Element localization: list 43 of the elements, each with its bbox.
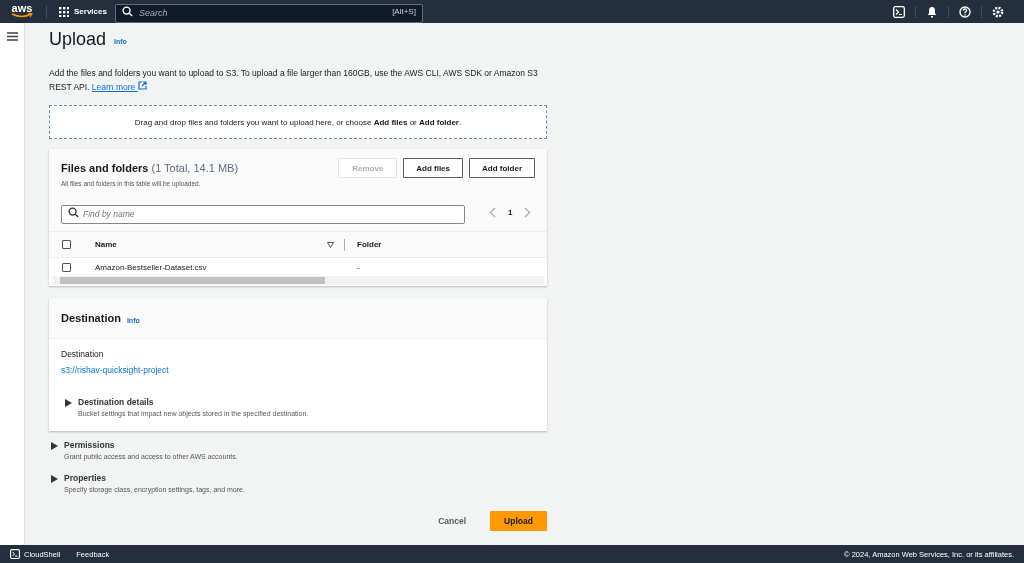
drop-zone-text: Drag and drop files and folders you want to upload here, or choose Add files or Add folder.: [134, 117, 462, 127]
section-title[interactable]: Permissions: [64, 440, 238, 450]
learn-more-link[interactable]: Learn more: [91, 82, 147, 92]
row-checkbox[interactable]: [61, 262, 71, 272]
bell-icon[interactable]: [926, 5, 938, 18]
services-menu-button[interactable]: Services: [59, 6, 107, 17]
shortcut-hint: [Alt+S]: [392, 7, 416, 16]
search-icon: [68, 207, 79, 218]
upload-button[interactable]: Upload: [490, 511, 547, 531]
panel-action-button[interactable]: Add files: [403, 158, 463, 178]
panel-title: Destination: [61, 312, 121, 324]
settings-icon[interactable]: [992, 5, 1004, 18]
page-title: Upload: [49, 29, 107, 50]
destination-link[interactable]: s3://rishav-quicksight-project: [61, 365, 169, 375]
section-title[interactable]: Properties: [64, 473, 245, 483]
column-header[interactable]: Folder: [357, 240, 382, 249]
panel-action-button[interactable]: Add folder: [469, 158, 535, 178]
column-header[interactable]: Name: [95, 240, 323, 249]
page-description: Add the files and folders you want to upload to S3. To upload a file larger than 160GB, use the AWS CLI, AWS SDK or Amazon S3 REST API. Learn more: [49, 67, 539, 94]
sort-icon[interactable]: [327, 241, 334, 248]
expand-caret-icon[interactable]: [65, 399, 72, 407]
page-number[interactable]: 1: [508, 208, 513, 217]
drop-zone[interactable]: Drag and drop files and folders you want to upload here, or choose Add files or Add folder.: [49, 105, 547, 139]
table-cell-text: Amazon-Bestseller-Dataset.csv: [95, 262, 208, 272]
cancel-button[interactable]: Cancel: [430, 512, 474, 530]
expand-caret-icon[interactable]: [51, 475, 58, 483]
aws-logo[interactable]: aws: [10, 4, 34, 19]
terminal-icon: [10, 549, 20, 559]
search-icon: [121, 6, 133, 17]
find-field[interactable]: Find by name: [61, 204, 465, 224]
destination-label: Destination: [61, 349, 105, 359]
table-cell: -: [357, 262, 360, 272]
grid-icon: [59, 6, 69, 17]
file-count: (1 Total, 14.1 MB): [151, 162, 239, 174]
help-icon[interactable]: [959, 5, 971, 18]
select-all-checkbox[interactable]: [61, 240, 71, 249]
menu-icon[interactable]: [6, 32, 18, 41]
external-link-icon: [137, 81, 147, 90]
panel-title: Files and folders: [61, 162, 149, 174]
section-title[interactable]: Destination details: [78, 397, 309, 407]
horizontal-scrollbar[interactable]: [52, 276, 544, 285]
terminal-icon[interactable]: [893, 5, 905, 18]
expand-caret-icon[interactable]: [51, 442, 58, 450]
